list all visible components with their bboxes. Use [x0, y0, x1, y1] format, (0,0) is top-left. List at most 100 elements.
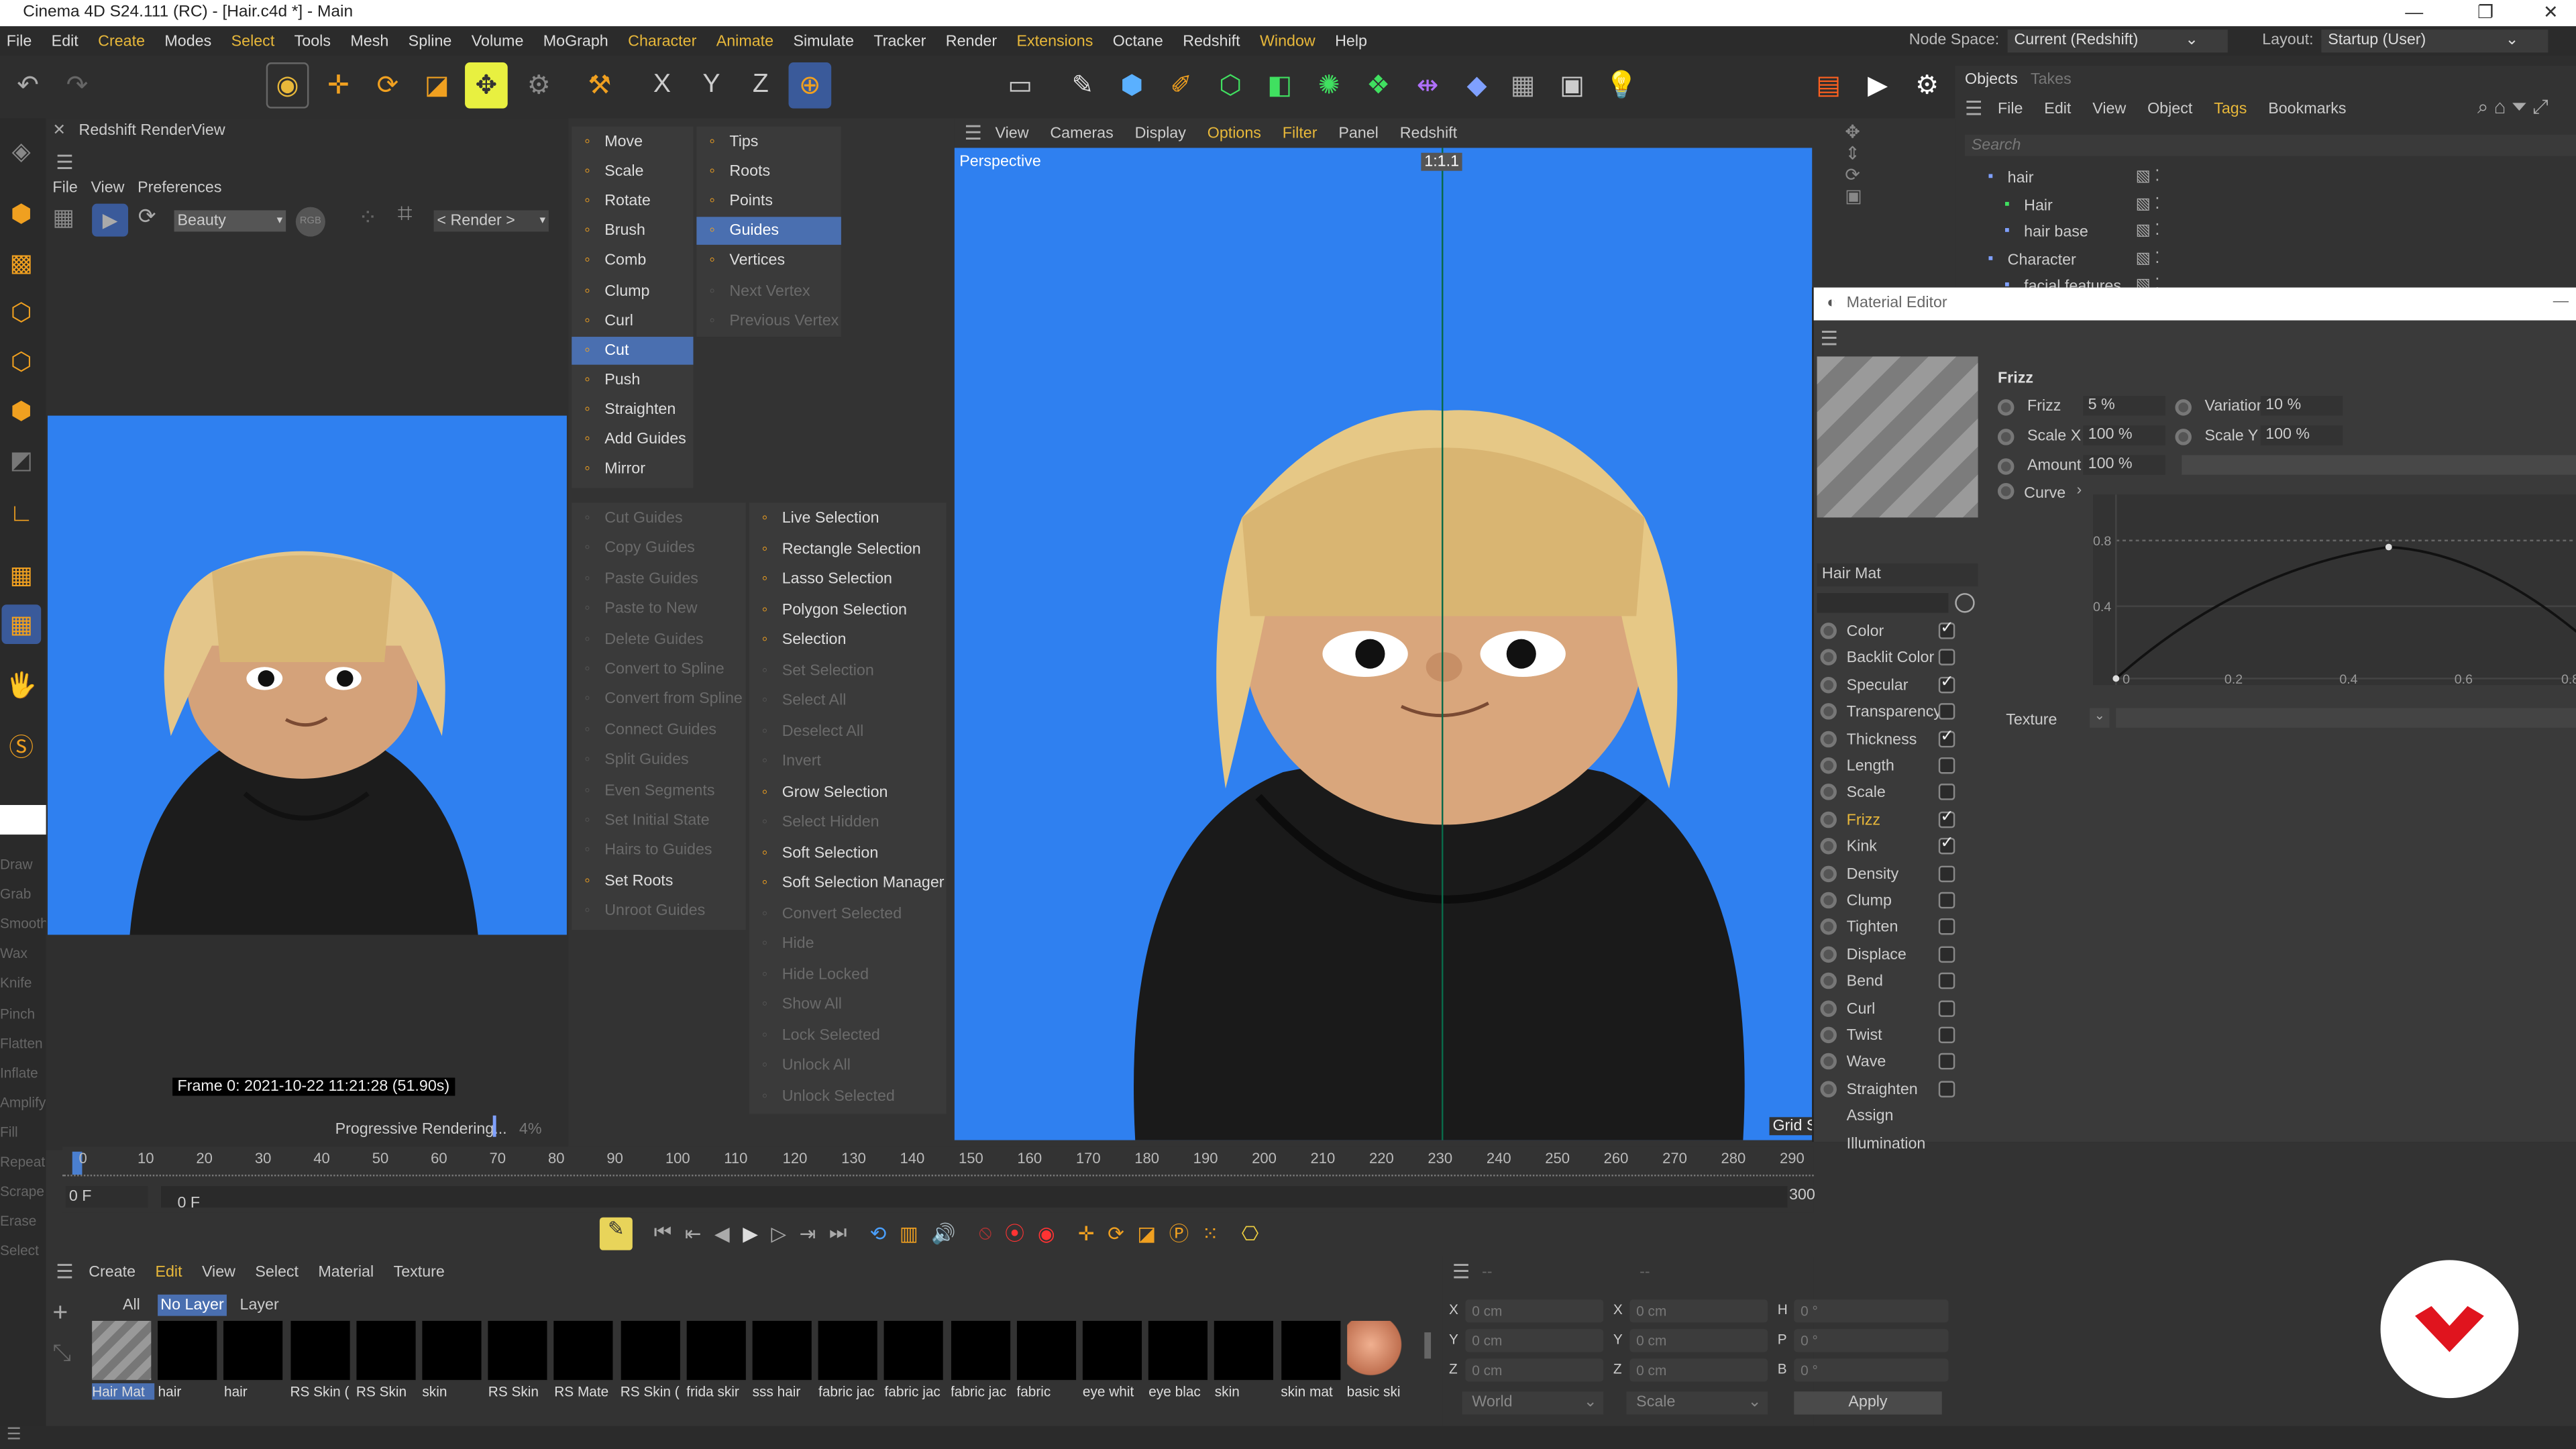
material-menu-material[interactable]: Material [318, 1263, 374, 1281]
cube-icon[interactable]: ⬢ [1111, 62, 1154, 109]
material-filter-select[interactable] [1817, 593, 1949, 613]
channel-checkbox[interactable] [1938, 865, 1955, 882]
motion-icon[interactable]: ⎔ [1242, 1222, 1259, 1244]
material-swatch[interactable]: RS Skin ( [290, 1320, 350, 1400]
channel-checkbox[interactable] [1938, 973, 1955, 989]
move-tool-icon[interactable]: ✛ [317, 62, 360, 109]
menu-item-create[interactable]: Create [98, 32, 145, 50]
object-tags[interactable]: ▧ ⁚ [2136, 195, 2160, 213]
coord-field[interactable]: 0 ° [1794, 1358, 1949, 1382]
keyframe-icon[interactable]: ✎ [599, 1217, 633, 1250]
menu-item-mograph[interactable]: MoGraph [543, 32, 608, 50]
menu-item-octane[interactable]: Octane [1113, 32, 1163, 50]
object-tree-item[interactable]: ▪ Character ▧ ⁚ [1968, 249, 2573, 274]
texture-mode-icon[interactable]: ▩ [1, 243, 41, 282]
menu-item-help[interactable]: Help [1335, 32, 1367, 50]
hamburger-icon[interactable]: ☰ [56, 1260, 73, 1283]
hamburger-icon[interactable]: ☰ [1452, 1260, 1470, 1283]
tool-mirror[interactable]: ◦ Mirror [572, 455, 693, 484]
scale-tool-icon[interactable]: ◪ [416, 62, 459, 109]
channel-color[interactable]: Color [1847, 623, 1884, 641]
tool-move[interactable]: ◦ Move [572, 128, 693, 156]
snapping-icon[interactable]: ▦ [1, 604, 42, 645]
material-swatch[interactable]: eye blac [1148, 1320, 1208, 1400]
hamburger-icon[interactable]: ☰ [1820, 327, 1837, 350]
param-scale-y-field[interactable]: 100 % [2260, 425, 2343, 445]
render-region-icon[interactable]: ▤ [1807, 62, 1850, 109]
maximize-icon[interactable]: ❐ [2477, 0, 2493, 26]
sculpt-erase[interactable]: Erase [0, 1213, 36, 1229]
channel-clump[interactable]: Clump [1847, 892, 1892, 910]
start-frame-field[interactable]: 0 F [65, 1186, 148, 1208]
object-menu-view[interactable]: View [2092, 100, 2126, 118]
uv-mode-icon[interactable]: ◩ [1, 440, 41, 480]
menu-item-redshift[interactable]: Redshift [1183, 32, 1240, 50]
material-menu-view[interactable]: View [202, 1263, 235, 1281]
model-mode-icon[interactable]: ⬢ [1, 194, 41, 233]
layout-select[interactable]: Startup (User) ⌄ [2321, 30, 2548, 53]
channel-checkbox[interactable] [1938, 674, 1955, 693]
material-swatch[interactable]: Hair Mat [92, 1320, 155, 1400]
tool-grow-selection[interactable]: ◦ Grow Selection [749, 778, 947, 806]
coord-mode-select[interactable]: World ⌄ [1462, 1391, 1604, 1415]
tool-comb[interactable]: ◦ Comb [572, 247, 693, 275]
coord-field[interactable]: 0 cm [1629, 1358, 1768, 1382]
sound-icon[interactable]: 🔊 [931, 1222, 956, 1244]
tool-lasso-selection[interactable]: ◦ Lasso Selection [749, 565, 947, 593]
object-tags[interactable]: ▧ ⁚ [2136, 168, 2160, 186]
material-swatch[interactable]: RS Skin [488, 1320, 547, 1400]
object-tags[interactable]: ▧ ⁚ [2136, 222, 2160, 240]
sculpt-wax[interactable]: Wax [0, 945, 28, 961]
menu-item-spline[interactable]: Spline [409, 32, 452, 50]
menu-item-simulate[interactable]: Simulate [793, 32, 854, 50]
menu-item-volume[interactable]: Volume [472, 32, 524, 50]
channel-frizz[interactable]: Frizz [1847, 811, 1880, 829]
tool-clump[interactable]: ◦ Clump [572, 277, 693, 305]
tool-set-roots[interactable]: ◦ Set Roots [572, 867, 746, 896]
tool-straighten[interactable]: ◦ Straighten [572, 396, 693, 424]
scrollbar[interactable] [1424, 1332, 1432, 1359]
tool-points[interactable]: ◦ Points [696, 188, 841, 216]
camera-icon[interactable]: ▣ [1551, 62, 1594, 109]
tool-guides[interactable]: ◦ Guides [696, 217, 841, 246]
key-points-icon[interactable]: ⁙ [1202, 1222, 1219, 1244]
aov-select[interactable]: Beauty ▾ [174, 210, 286, 232]
channel-straighten[interactable]: Straighten [1847, 1081, 1918, 1099]
channel-checkbox[interactable] [1938, 892, 1955, 909]
material-menu-texture[interactable]: Texture [394, 1263, 445, 1281]
spline-icon[interactable]: ✐ [1160, 62, 1203, 109]
material-swatch[interactable]: fabric jac [884, 1320, 944, 1400]
snap-icon[interactable]: ⚙ [517, 62, 560, 109]
channel-checkbox[interactable] [1938, 1053, 1955, 1071]
tool-rotate[interactable]: ◦ Rotate [572, 188, 693, 216]
material-swatch[interactable]: fabric jac [950, 1320, 1010, 1400]
node-space-select[interactable]: Current (Redshift) ⌄ [2007, 30, 2228, 53]
material-name-field[interactable]: Hair Mat [1817, 564, 1978, 587]
coord-size-select[interactable]: Scale ⌄ [1626, 1391, 1768, 1415]
object-tags[interactable]: ▧ ⁚ [2136, 249, 2160, 267]
z-axis-icon[interactable]: Z [739, 62, 782, 109]
timeline[interactable]: 0 10 20 30 40 50 60 70 80 90 100 110 120 130 140 150 160… [62, 1146, 1815, 1213]
material-swatch[interactable]: skin [1214, 1320, 1274, 1400]
menu-item-tracker[interactable]: Tracker [873, 32, 926, 50]
param-variation-field[interactable]: 10 % [2260, 396, 2343, 416]
frizz-curve-graph[interactable]: 0.8 0.4 0 0.2 0.4 0.6 0.8 [2093, 494, 2576, 687]
material-menu-edit[interactable]: Edit [155, 1263, 182, 1281]
menu-item-modes[interactable]: Modes [164, 32, 211, 50]
go-end-icon[interactable]: ⏭ [829, 1221, 847, 1246]
viewport-menu-view[interactable]: View [996, 124, 1029, 142]
viewport-menu-display[interactable]: Display [1135, 124, 1186, 142]
hamburger-icon[interactable]: ☰ [56, 151, 73, 174]
material-swatch[interactable]: fabric jac [818, 1320, 878, 1400]
close-icon[interactable]: ✕ [52, 121, 66, 140]
autokey-icon[interactable]: ◉ [1038, 1222, 1055, 1244]
menu-item-mesh[interactable]: Mesh [350, 32, 388, 50]
next-key-icon[interactable]: ⇥ [800, 1222, 816, 1244]
coord-field[interactable]: 0 ° [1794, 1329, 1949, 1352]
material-swatch[interactable]: RS Mate [554, 1320, 614, 1400]
sculpt-inflate[interactable]: Inflate [0, 1064, 38, 1080]
channel-checkbox[interactable] [1938, 808, 1955, 828]
rv-menu-preferences[interactable]: Preferences [138, 179, 221, 197]
coordinate-system-icon[interactable]: ⊕ [788, 62, 832, 109]
channel-checkbox[interactable] [1938, 649, 1955, 666]
